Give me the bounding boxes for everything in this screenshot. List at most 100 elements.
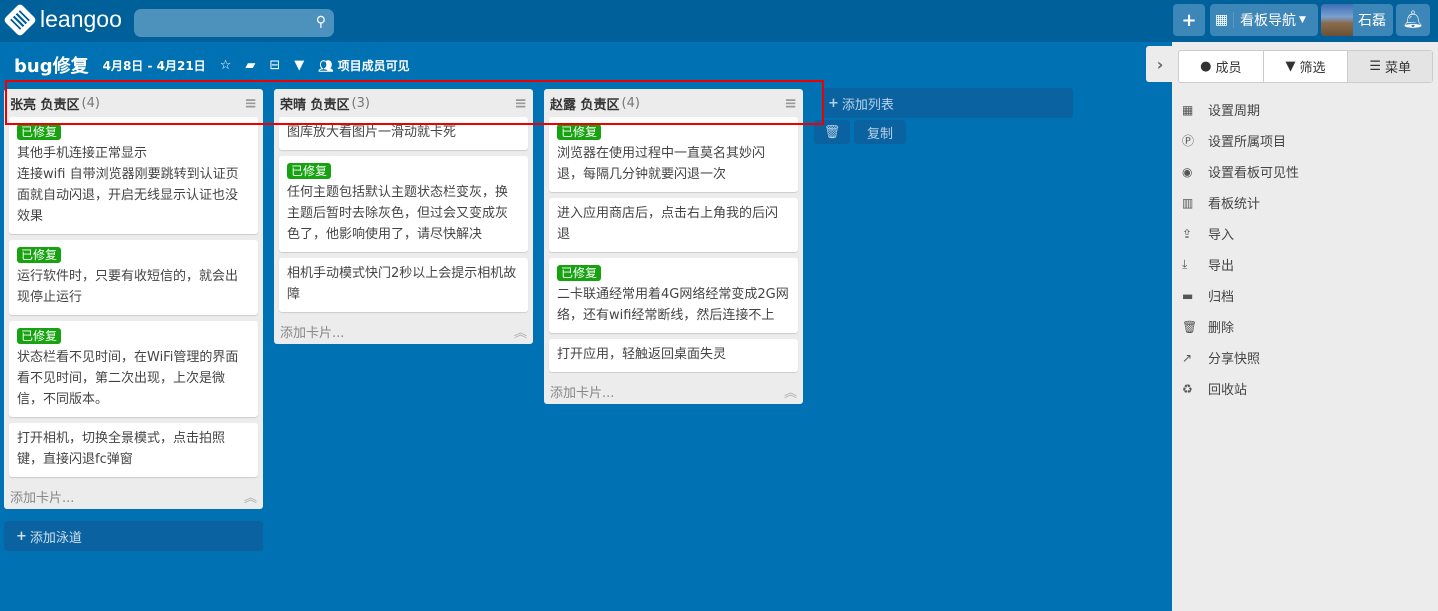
visibility-button[interactable]: 👥︎ 项目成员可见 bbox=[318, 57, 409, 74]
menu-item[interactable]: ▬ 归档 bbox=[1182, 280, 1299, 311]
card-text: 状态栏看不见时间，在WiFi管理的界面看不见时间，第二次出现，上次是微信，不同版… bbox=[17, 350, 239, 407]
menu-item-label: 设置看板可见性 bbox=[1208, 166, 1300, 181]
menu-item-label: 归档 bbox=[1208, 290, 1235, 305]
menu-item[interactable]: 🗑︎ 删除 bbox=[1182, 311, 1299, 342]
menu-item-label: 导入 bbox=[1208, 228, 1235, 243]
card[interactable]: 已修复运行软件时，只要有收短信的，就会出现停止运行 bbox=[9, 240, 258, 315]
card-text: 打开相机，切换全景模式，点击拍照键，直接闪退fc弹窗 bbox=[17, 431, 226, 467]
tab-members[interactable]: ● 成员 bbox=[1179, 51, 1264, 82]
card[interactable]: 已修复二卡联通经常用着4G网络经常变成2G网络，还有wifi经常断线，然后连接不… bbox=[549, 258, 798, 333]
bar-chart-icon: ▥ bbox=[1182, 195, 1194, 210]
list-header[interactable]: 赵露 负责区 (4) ≡ bbox=[544, 89, 803, 117]
collapse-icon[interactable]: ⊟ bbox=[269, 58, 280, 73]
card-text: 图库放大看图片一滑动就卡死 bbox=[287, 125, 457, 140]
status-tag: 已修复 bbox=[287, 163, 332, 179]
list-menu-icon[interactable]: ≡ bbox=[784, 94, 797, 112]
card[interactable]: 进入应用商店后，点击右上角我的后闪退 bbox=[549, 198, 798, 252]
search-icon[interactable]: ⚲ bbox=[316, 14, 326, 30]
menu-item[interactable]: ▥ 看板统计 bbox=[1182, 187, 1299, 218]
card-text: 进入应用商店后，点击右上角我的后闪退 bbox=[557, 206, 779, 242]
filter-icon[interactable]: ▼ bbox=[294, 58, 304, 73]
menu-item-label: 删除 bbox=[1208, 321, 1235, 336]
search-input[interactable]: ⚲ bbox=[134, 9, 334, 37]
card-text: 浏览器在使用过程中一直莫名其妙闪退，每隔几分钟就要闪退一次 bbox=[557, 146, 766, 182]
tab-filter[interactable]: ▼ 筛选 bbox=[1264, 51, 1349, 82]
bars-icon: ☰ bbox=[1369, 59, 1381, 74]
list-title[interactable]: 赵露 负责区 bbox=[550, 94, 620, 113]
card-text: 相机手动模式快门2秒以上会提示相机故障 bbox=[287, 266, 517, 302]
menu-item[interactable]: ↗ 分享快照 bbox=[1182, 342, 1299, 373]
calendar-icon: ▦ bbox=[1182, 102, 1194, 117]
card[interactable]: 打开相机，切换全景模式，点击拍照键，直接闪退fc弹窗 bbox=[9, 423, 258, 477]
card-text: 运行软件时，只要有收短信的，就会出现停止运行 bbox=[17, 269, 239, 305]
panel-toggle-chevron-icon[interactable]: › bbox=[1146, 46, 1174, 82]
group-icon: 👥︎ bbox=[318, 58, 338, 73]
card[interactable]: 已修复任何主题包括默认主题状态栏变灰，换主题后暂时去除灰色，但过会又变成灰色了，… bbox=[279, 156, 528, 252]
add-card-button[interactable]: 添加卡片... ︽ bbox=[274, 318, 533, 344]
filter-icon: ▼ bbox=[1285, 59, 1296, 74]
logo[interactable]: leangoo bbox=[3, 2, 122, 37]
board-dates[interactable]: 4月8日 - 4月21日 bbox=[103, 57, 206, 74]
card[interactable]: 已修复 状态栏看不见时间，在WiFi管理的界面看不见时间，第二次出现，上次是微信，… bbox=[9, 321, 258, 417]
add-swimlane-button[interactable]: + 添加泳道 bbox=[4, 521, 263, 551]
card-text: 任何主题包括默认主题状态栏变灰，换主题后暂时去除灰色，但过会又变成灰色了，他影响… bbox=[287, 185, 509, 242]
board-title[interactable]: bug修复 bbox=[14, 52, 89, 78]
add-card-button[interactable]: 添加卡片... ︽ bbox=[544, 378, 803, 404]
list-header[interactable]: 张亮 负责区 (4) ≡ bbox=[4, 89, 263, 117]
card[interactable]: 图库放大看图片一滑动就卡死 bbox=[279, 117, 528, 150]
menu-item[interactable]: ⇪ 导入 bbox=[1182, 218, 1299, 249]
trash-icon[interactable]: 🗑︎ bbox=[814, 120, 850, 144]
card-count: (3) bbox=[351, 95, 370, 111]
swimlane-list: 荣晴 负责区 (3) ≡ 图库放大看图片一滑动就卡死 已修复任何主题包括默认主题状态栏变… bbox=[274, 89, 533, 344]
star-icon[interactable]: ☆ bbox=[220, 58, 232, 73]
menu-item[interactable]: ⤓ 导出 bbox=[1182, 249, 1299, 280]
tab-label: 成员 bbox=[1215, 61, 1242, 76]
board-header: bug修复 4月8日 - 4月21日 ☆ ▰ ⊟ ▼ 👥︎ 项目成员可见 bbox=[14, 52, 410, 78]
menu-item[interactable]: ♻ 回收站 bbox=[1182, 373, 1299, 404]
chart-icon[interactable]: ▰ bbox=[245, 58, 255, 73]
menu-item-label: 设置周期 bbox=[1208, 104, 1261, 119]
menu-item-label: 设置所属项目 bbox=[1208, 135, 1287, 150]
user-menu[interactable]: 石磊 bbox=[1321, 4, 1393, 36]
card[interactable]: 已修复 浏览器在使用过程中一直莫名其妙闪退，每隔几分钟就要闪退一次 bbox=[549, 117, 798, 192]
archive-icon: ▬ bbox=[1182, 288, 1194, 303]
menu-item[interactable]: Ⓟ 设置所属项目 bbox=[1182, 125, 1299, 156]
menu-item-label: 分享快照 bbox=[1208, 352, 1261, 367]
side-panel: ● 成员 ▼ 筛选 ☰ 菜单 ▦ 设置周期 Ⓟ 设置所属项目 ◉ 设置看板可见性 ▥ 看板统计 ⇪ 导入… bbox=[1172, 42, 1438, 611]
card-text: 打开应用，轻触返回桌面失灵 bbox=[557, 347, 727, 362]
list-menu-icon[interactable]: ≡ bbox=[244, 94, 257, 112]
add-card-label: 添加卡片... bbox=[280, 325, 345, 341]
download-icon: ⤓ bbox=[1182, 257, 1188, 271]
list-header[interactable]: 荣晴 负责区 (3) ≡ bbox=[274, 89, 533, 117]
menu-item[interactable]: ▦ 设置周期 bbox=[1182, 94, 1299, 125]
copy-button[interactable]: 复制 bbox=[854, 120, 906, 144]
add-card-button[interactable]: 添加卡片... ︽ bbox=[4, 483, 263, 509]
menu-item[interactable]: ◉ 设置看板可见性 bbox=[1182, 156, 1299, 187]
card-text: 二卡联通经常用着4G网络经常变成2G网络，还有wifi经常断线，然后连接不上 bbox=[557, 287, 789, 323]
status-tag: 已修复 bbox=[17, 247, 62, 263]
grid-icon: ▦ bbox=[1210, 12, 1234, 28]
collapse-up-icon[interactable]: ︽ bbox=[784, 382, 797, 401]
tab-menu[interactable]: ☰ 菜单 bbox=[1348, 51, 1433, 82]
list-menu-icon[interactable]: ≡ bbox=[514, 94, 527, 112]
card[interactable]: 已修复 其他手机连接正常显示 连接wifi 自带浏览器刚要跳转到认证页面就自动闪退… bbox=[9, 117, 258, 234]
logo-text: leangoo bbox=[40, 6, 122, 32]
add-card-label: 添加卡片... bbox=[550, 385, 615, 401]
collapse-up-icon[interactable]: ︽ bbox=[514, 322, 527, 341]
board-nav-button[interactable]: ▦ 看板导航 ▼ bbox=[1210, 4, 1318, 36]
add-button[interactable]: + bbox=[1173, 4, 1205, 36]
plus-icon: + bbox=[16, 528, 27, 544]
bell-icon[interactable]: 🔔︎ bbox=[1396, 4, 1430, 36]
card[interactable]: 相机手动模式快门2秒以上会提示相机故障 bbox=[279, 258, 528, 312]
logo-icon bbox=[3, 2, 37, 37]
list-title[interactable]: 张亮 负责区 bbox=[10, 94, 80, 113]
list-title[interactable]: 荣晴 负责区 bbox=[280, 94, 350, 113]
eye-icon: ◉ bbox=[1182, 164, 1193, 179]
status-tag: 已修复 bbox=[557, 265, 602, 281]
card[interactable]: 打开应用，轻触返回桌面失灵 bbox=[549, 339, 798, 372]
avatar bbox=[1321, 4, 1353, 36]
collapse-up-icon[interactable]: ︽ bbox=[244, 487, 257, 506]
add-list-button[interactable]: + 添加列表 bbox=[822, 88, 1073, 118]
board-nav-label: 看板导航 bbox=[1240, 13, 1296, 29]
add-list-label: 添加列表 bbox=[841, 97, 894, 113]
